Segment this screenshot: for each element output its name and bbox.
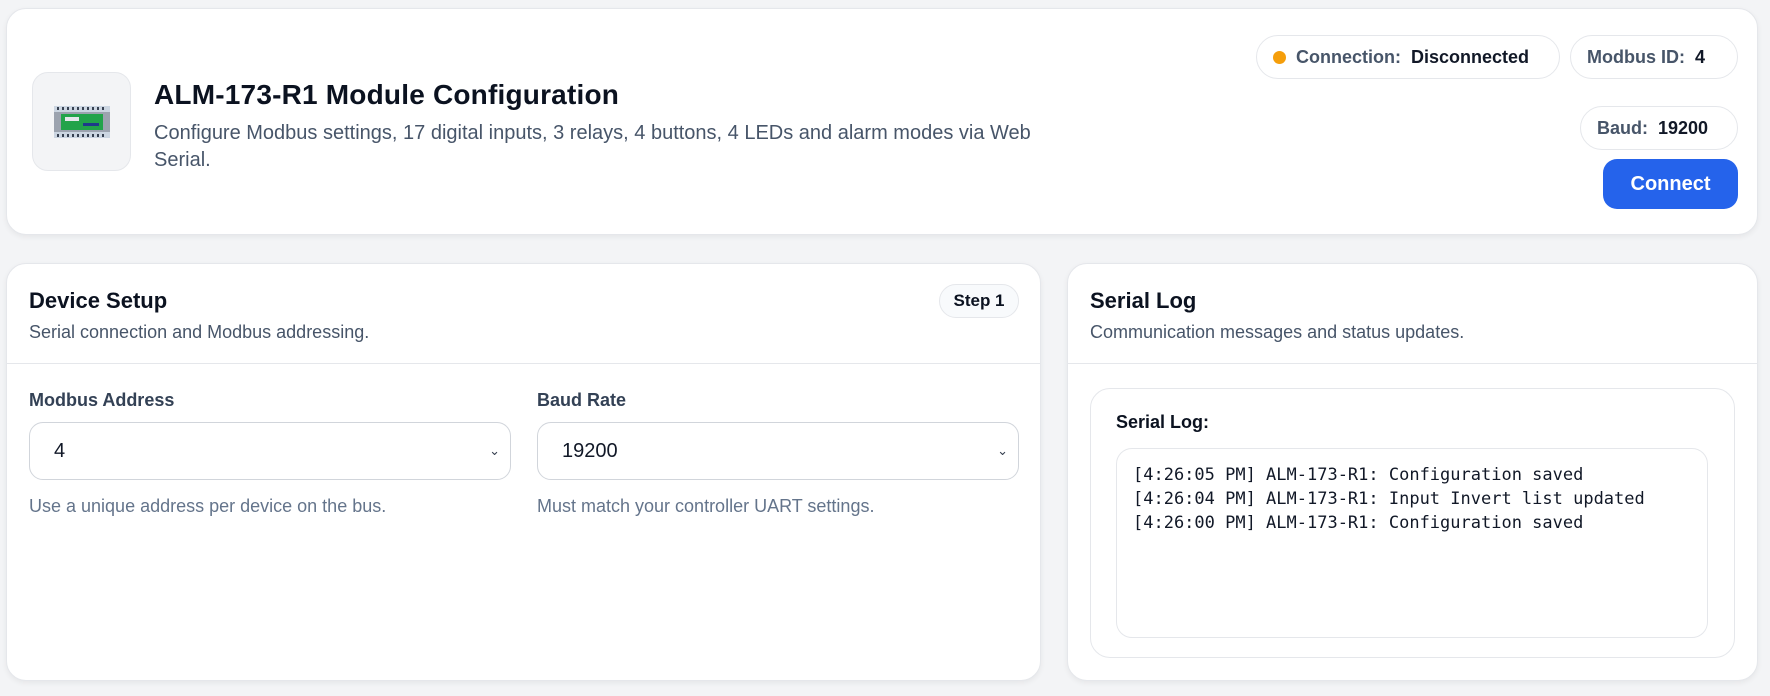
device-image <box>32 72 131 171</box>
baud-rate-value: 19200 <box>562 439 618 462</box>
modbus-id-badge: Modbus ID: 4 <box>1570 35 1738 79</box>
step-badge: Step 1 <box>939 284 1019 318</box>
connection-status-badge: Connection: Disconnected <box>1256 35 1560 79</box>
modbus-address-value: 4 <box>54 439 66 462</box>
modbus-address-hint: Use a unique address per device on the b… <box>29 496 387 516</box>
din-rail-module-icon <box>53 105 110 138</box>
serial-log-output[interactable]: [4:26:05 PM] ALM-173-R1: Configuration s… <box>1116 448 1708 638</box>
baud-label: Baud: <box>1597 117 1648 138</box>
modbus-address-label: Modbus Address <box>29 390 175 410</box>
modbus-id-label: Modbus ID: <box>1587 46 1685 67</box>
baud-rate-label: Baud Rate <box>537 390 627 410</box>
serial-log-panel: Serial Log: [4:26:05 PM] ALM-173-R1: Con… <box>1090 388 1735 658</box>
page-title: ALM-173-R1 Module Configuration <box>154 79 620 110</box>
modbus-id-value: 4 <box>1694 46 1705 67</box>
serial-log-label: Serial Log: <box>1116 412 1210 432</box>
log-line: [4:26:05 PM] ALM-173-R1: Configuration s… <box>1133 465 1584 485</box>
status-dot-icon <box>1273 50 1286 64</box>
device-setup-card: Device Setup Serial connection and Modbu… <box>6 263 1041 681</box>
serial-log-subtitle: Communication messages and status update… <box>1090 322 1465 342</box>
baud-value: 19200 <box>1658 117 1709 138</box>
serial-log-card: Serial Log Communication messages and st… <box>1067 263 1758 681</box>
page-subtitle: Configure Modbus settings, 17 digital in… <box>154 122 1031 171</box>
log-line: [4:26:04 PM] ALM-173-R1: Input Invert li… <box>1133 489 1645 509</box>
baud-rate-select[interactable]: 19200 ⌄ <box>537 422 1019 480</box>
chevron-down-icon: ⌄ <box>997 443 1008 458</box>
header-card: ALM-173-R1 Module Configuration Configur… <box>6 8 1758 235</box>
device-setup-title: Device Setup <box>29 288 168 313</box>
baud-rate-hint: Must match your controller UART settings… <box>537 496 875 516</box>
connect-button[interactable]: Connect <box>1603 159 1738 209</box>
connection-label: Connection: <box>1296 46 1401 67</box>
log-line: [4:26:00 PM] ALM-173-R1: Configuration s… <box>1133 513 1584 533</box>
divider <box>1068 363 1757 364</box>
baud-badge: Baud: 19200 <box>1580 106 1738 150</box>
device-setup-subtitle: Serial connection and Modbus addressing. <box>29 322 370 342</box>
modbus-address-select[interactable]: 4 ⌄ <box>29 422 511 480</box>
serial-log-title: Serial Log <box>1090 288 1197 313</box>
chevron-down-icon: ⌄ <box>489 443 500 458</box>
divider <box>7 363 1040 364</box>
connection-value: Disconnected <box>1411 46 1530 67</box>
